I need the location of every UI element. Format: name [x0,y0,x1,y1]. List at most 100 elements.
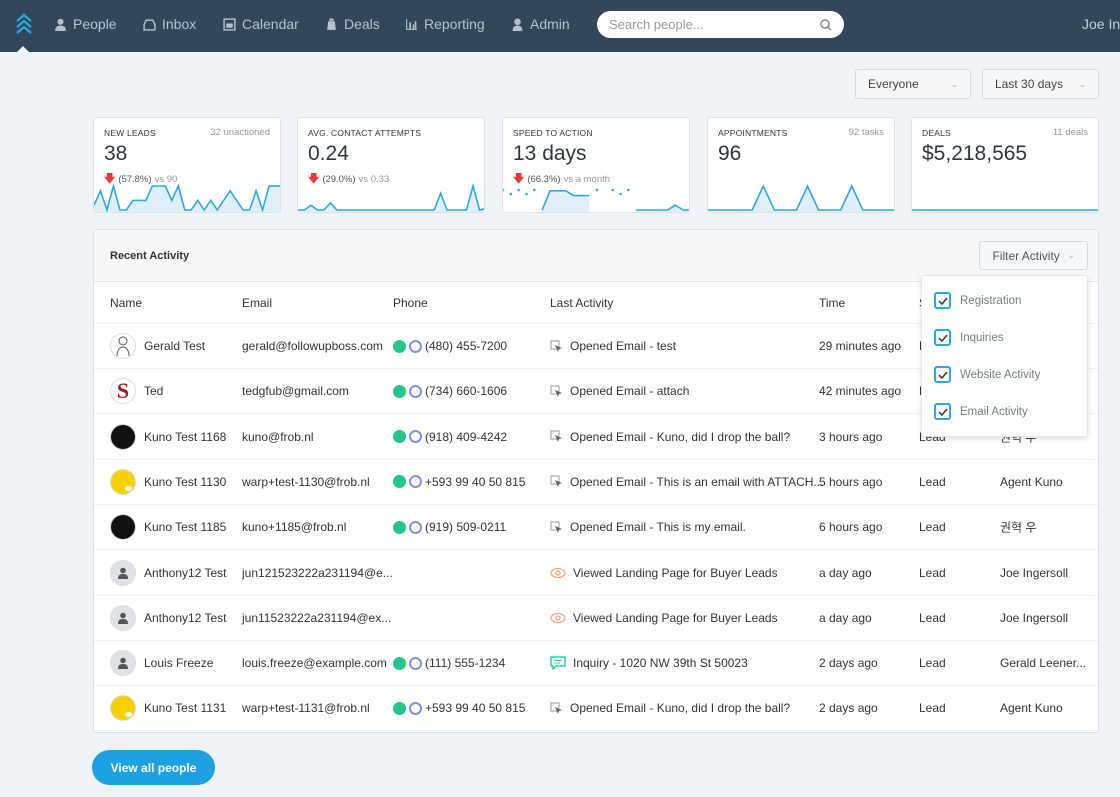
filter-activity-dropdown: Registration Inquiries Website Activity Ema… [921,275,1088,437]
person-phone[interactable]: (734) 660-1606 [425,384,507,398]
filter-option[interactable]: Email Activity [934,403,1028,420]
table-row[interactable]: Kuno Test 1130 warp+test-1130@frob.nl +5… [94,460,1098,505]
avatar[interactable] [110,604,136,631]
text-message-icon[interactable] [409,701,422,715]
checkbox-checked-icon[interactable] [934,329,951,346]
avatar[interactable] [110,333,136,359]
call-icon[interactable] [393,520,406,534]
stat-card[interactable]: APPOINTMENTS 92 tasks 96 [707,117,895,213]
stat-card[interactable]: NEW LEADS 32 unactioned 38 🡇 (57.8%) vs 90 [93,117,281,213]
person-phone[interactable]: +593 99 40 50 815 [425,475,525,489]
avatar[interactable]: S [110,378,136,405]
avatar[interactable] [110,514,136,541]
person-email[interactable]: warp+test-1130@frob.nl [242,475,370,489]
stat-card[interactable]: AVG. CONTACT ATTEMPTS 0.24 🡇 (29.0%) vs 0.… [297,117,485,213]
nav-reporting[interactable]: Reporting [405,16,485,32]
nav-calendar[interactable]: Calendar [223,16,299,32]
call-icon[interactable] [393,656,406,670]
activity-text: Inquiry - 1020 NW 39th St 50023 [573,656,748,671]
search-input[interactable]: Search people... [597,11,844,38]
owner-select-value: Everyone [868,77,919,91]
table-row[interactable]: Kuno Test 1185 kuno+1185@frob.nl (919) 5… [94,505,1098,551]
call-icon[interactable] [393,701,406,715]
filter-option[interactable]: Registration [934,292,1021,309]
person-email[interactable]: louis.freeze@example.com [242,656,387,670]
logo-icon[interactable] [15,13,33,35]
column-header[interactable]: Phone [393,296,428,310]
spark-dot [611,188,614,192]
table-row[interactable]: Kuno Test 1131 warp+test-1131@frob.nl +5… [94,686,1098,732]
activity-text: Opened Email - This is an email with ATT… [570,474,824,489]
text-message-icon[interactable] [409,339,422,353]
column-header[interactable]: Time [819,296,845,310]
text-message-icon[interactable] [409,430,422,444]
call-icon[interactable] [393,430,406,444]
table-row[interactable]: Louis Freeze louis.freeze@example.com (1… [94,641,1098,687]
search-icon[interactable] [820,18,832,31]
person-stage: Lead [919,701,946,716]
person-name[interactable]: Anthony12 Test [144,566,227,580]
person-email[interactable]: jun121523222a231194@e... [242,566,393,580]
table-row[interactable]: Anthony12 Test jun121523222a231194@e... … [94,551,1098,596]
person-name[interactable]: Ted [144,384,163,398]
text-message-icon[interactable] [409,384,422,398]
text-message-icon[interactable] [409,475,422,489]
call-icon[interactable] [393,475,406,489]
checkbox-checked-icon[interactable] [934,403,951,420]
phone-cell: (919) 509-0211 [393,520,506,534]
avatar[interactable] [110,650,136,677]
avatar[interactable] [110,423,136,450]
person-name[interactable]: Kuno Test 1168 [144,430,226,444]
checkbox-checked-icon[interactable] [934,292,951,309]
filter-activity-button[interactable]: Filter Activity ⌄ [979,241,1088,270]
person-phone[interactable]: (111) 555-1234 [425,656,505,670]
person-phone[interactable]: (919) 509-0211 [425,520,506,534]
filter-option[interactable]: Website Activity [934,366,1040,383]
nav-admin[interactable]: Admin [511,16,570,32]
avatar[interactable] [110,695,136,722]
date-range-select[interactable]: Last 30 days ⌄ [982,69,1099,99]
text-message-icon[interactable] [409,520,422,534]
person-email[interactable]: warp+test-1131@frob.nl [242,701,370,715]
person-name[interactable]: Kuno Test 1131 [144,701,226,715]
avatar[interactable] [110,468,136,495]
person-email[interactable]: tedgfub@gmail.com [242,384,349,398]
person-phone[interactable]: +593 99 40 50 815 [425,701,525,715]
table-row[interactable]: Anthony12 Test jun11523222a231194@ex... … [94,596,1098,641]
nav-people[interactable]: People [54,16,117,32]
text-message-icon[interactable] [409,656,422,670]
card-value: $5,218,565 [922,142,1028,165]
spark-dot [517,188,520,192]
person-name[interactable]: Louis Freeze [144,656,213,670]
person-name[interactable]: Kuno Test 1130 [144,475,226,489]
checkbox-checked-icon[interactable] [934,366,951,383]
user-menu[interactable]: Joe Ing [1082,16,1120,32]
activity-time: 2 days ago [819,656,878,671]
person-email[interactable]: jun11523222a231194@ex... [242,611,391,625]
person-name[interactable]: Anthony12 Test [144,611,227,625]
person-phone[interactable]: (480) 455-7200 [425,339,507,353]
owner-select[interactable]: Everyone ⌄ [855,69,971,99]
nav-label: Reporting [424,16,485,32]
person-phone[interactable]: (918) 409-4242 [425,430,507,444]
filter-option[interactable]: Inquiries [934,329,1003,346]
person-name[interactable]: Kuno Test 1185 [144,520,226,534]
stat-card[interactable]: DEALS 11 deals $5,218,565 [911,117,1099,213]
view-all-people-button[interactable]: View all people [92,750,215,785]
person-name[interactable]: Gerald Test [144,339,205,353]
column-header[interactable]: Last Activity [550,296,613,310]
avatar[interactable] [110,559,136,586]
nav-inbox[interactable]: Inbox [143,16,196,32]
call-icon[interactable] [393,384,406,398]
nav-deals[interactable]: Deals [325,16,380,32]
reporting-icon [405,18,418,31]
person-email[interactable]: gerald@followupboss.com [242,339,383,353]
column-header[interactable]: Email [242,296,272,310]
filter-option-label: Website Activity [960,368,1041,381]
person-email[interactable]: kuno+1185@frob.nl [242,520,346,534]
column-header[interactable]: Name [110,296,142,310]
call-icon[interactable] [393,339,406,353]
person-email[interactable]: kuno@frob.nl [242,430,314,444]
last-activity: Viewed Landing Page for Buyer Leads [550,566,778,580]
stat-card[interactable]: SPEED TO ACTION 13 days 🡇 (66.3%) vs a mon… [502,117,690,213]
